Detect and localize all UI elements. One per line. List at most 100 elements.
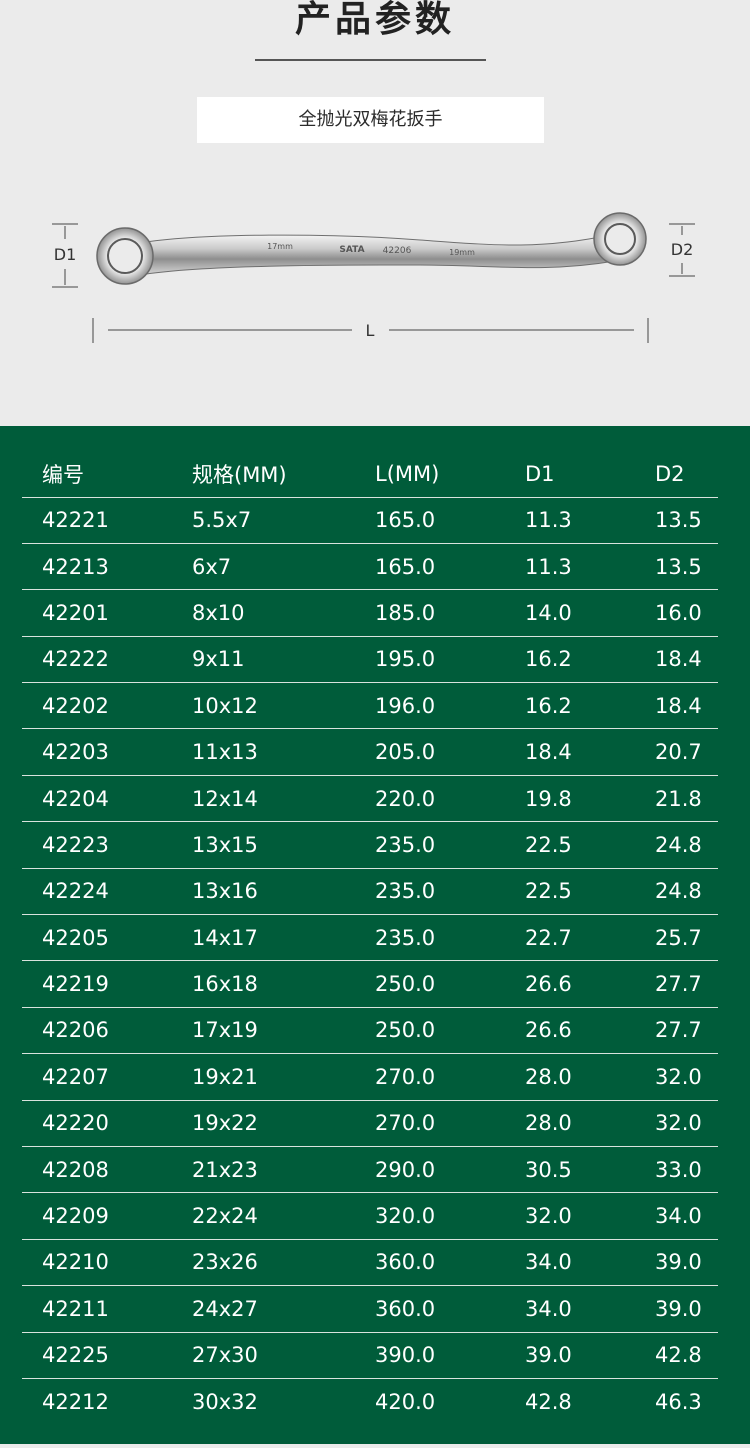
spec-table-body: 42221 5.5x7 165.0 11.3 13.5 42213 6x7 165.0 11.3… bbox=[22, 497, 718, 1425]
cell-length: 235.0 bbox=[375, 914, 525, 962]
cell-d2: 27.7 bbox=[655, 1007, 718, 1055]
cell-length: 270.0 bbox=[375, 1053, 525, 1101]
cell-length: 420.0 bbox=[375, 1389, 436, 1414]
engraving-model: 42206 bbox=[383, 246, 412, 256]
cell-item-number: 42205 bbox=[22, 914, 192, 962]
cell-d1: 14.0 bbox=[525, 589, 655, 637]
engraving-17mm: 17mm bbox=[267, 242, 293, 251]
spec-table-section: 编号 规格(MM) L(MM) D1 D2 42221 5.5x7 165.0 11.… bbox=[0, 426, 750, 1448]
cell-item-number: 42209 bbox=[22, 1192, 192, 1240]
table-row: 42223 13x15 235.0 22.5 24.8 bbox=[22, 821, 718, 869]
cell-d2: 24.8 bbox=[655, 821, 718, 869]
cell-spec: 23x26 bbox=[192, 1239, 375, 1287]
table-row: 42211 24x27 360.0 34.0 39.0 bbox=[22, 1285, 718, 1333]
cell-d1: 30.5 bbox=[525, 1146, 655, 1194]
table-row: 42213 6x7 165.0 11.3 13.5 bbox=[22, 543, 718, 591]
table-row: 42222 9x11 195.0 16.2 18.4 bbox=[22, 636, 718, 684]
cell-d2: 16.0 bbox=[655, 589, 718, 637]
cell-spec: 10x12 bbox=[192, 682, 375, 730]
cell-d1: 11.3 bbox=[525, 497, 655, 544]
cell-length: 220.0 bbox=[375, 775, 525, 823]
header-item-number: 编号 bbox=[22, 451, 192, 498]
cell-item-number: 42203 bbox=[22, 728, 192, 776]
table-row: 42220 19x22 270.0 28.0 32.0 bbox=[22, 1100, 718, 1147]
cell-length: 390.0 bbox=[375, 1332, 525, 1379]
table-row: 42210 23x26 360.0 34.0 39.0 bbox=[22, 1239, 718, 1287]
d2-dimension-marker: D2 bbox=[669, 223, 695, 277]
cell-d2: 25.7 bbox=[655, 914, 718, 962]
cell-d1: 42.8 bbox=[525, 1389, 572, 1414]
cell-spec: 14x17 bbox=[192, 914, 375, 962]
cell-length: 235.0 bbox=[375, 821, 525, 869]
cell-item-number: 42224 bbox=[22, 868, 192, 916]
cell-d2: 39.0 bbox=[655, 1239, 718, 1287]
cell-d1: 16.2 bbox=[525, 636, 655, 684]
spec-table: 编号 规格(MM) L(MM) D1 D2 42221 5.5x7 165.0 11.… bbox=[22, 451, 718, 1425]
cell-length: 290.0 bbox=[375, 1146, 525, 1194]
header-d2: D2 bbox=[655, 451, 718, 498]
cell-spec: 24x27 bbox=[192, 1285, 375, 1333]
cell-d2: 13.5 bbox=[655, 543, 718, 591]
cell-item-number: 42206 bbox=[22, 1007, 192, 1055]
cell-length: 250.0 bbox=[375, 960, 525, 1008]
cell-spec: 27x30 bbox=[192, 1332, 375, 1379]
table-row: 42208 21x23 290.0 30.5 33.0 bbox=[22, 1146, 718, 1194]
cell-d1: 34.0 bbox=[525, 1239, 655, 1287]
cell-d2: 24.8 bbox=[655, 868, 718, 916]
cell-d1: 34.0 bbox=[525, 1285, 655, 1333]
cell-spec: 22x24 bbox=[192, 1192, 375, 1240]
cell-d2: 34.0 bbox=[655, 1192, 718, 1240]
engraving-19mm: 19mm bbox=[449, 248, 475, 257]
cell-d2: 46.3 bbox=[655, 1389, 702, 1414]
table-row: 42205 14x17 235.0 22.7 25.7 bbox=[22, 914, 718, 962]
cell-spec: 30x32 bbox=[192, 1389, 258, 1414]
cell-spec: 8x10 bbox=[192, 589, 375, 637]
table-row: 42209 22x24 320.0 32.0 34.0 bbox=[22, 1192, 718, 1240]
table-row: 42206 17x19 250.0 26.6 27.7 bbox=[22, 1007, 718, 1055]
cell-d1: 28.0 bbox=[525, 1053, 655, 1101]
cell-length: 196.0 bbox=[375, 682, 525, 730]
cell-spec: 17x19 bbox=[192, 1007, 375, 1055]
cell-d1: 22.5 bbox=[525, 821, 655, 869]
cell-d1: 26.6 bbox=[525, 1007, 655, 1055]
cell-item-number: 42211 bbox=[22, 1285, 192, 1333]
d1-label: D1 bbox=[54, 245, 77, 264]
cell-d2: 21.8 bbox=[655, 775, 718, 823]
product-header-section: 产品参数 全抛光双梅花扳手 D1 D2 17mm SATA 42206 19mm… bbox=[0, 0, 750, 426]
cell-d1: 22.7 bbox=[525, 914, 655, 962]
cell-d1: 16.2 bbox=[525, 682, 655, 730]
cell-d2: 32.0 bbox=[655, 1053, 718, 1101]
bottom-strip bbox=[0, 1444, 750, 1448]
cell-d2: 18.4 bbox=[655, 682, 718, 730]
header-d1: D1 bbox=[525, 451, 655, 498]
product-name-box: 全抛光双梅花扳手 bbox=[197, 97, 544, 143]
cell-d1: 32.0 bbox=[525, 1192, 655, 1240]
cell-item-number: 42219 bbox=[22, 960, 192, 1008]
cell-item-number: 42221 bbox=[22, 497, 192, 544]
cell-length: 360.0 bbox=[375, 1239, 525, 1287]
cell-d1: 39.0 bbox=[525, 1332, 655, 1379]
wrench-image: 17mm SATA 42206 19mm bbox=[96, 212, 647, 285]
cell-d2: 42.8 bbox=[655, 1332, 718, 1379]
cell-d2: 33.0 bbox=[655, 1146, 718, 1194]
header-length: L(MM) bbox=[375, 451, 525, 498]
cell-d2: 18.4 bbox=[655, 636, 718, 684]
table-row: 42225 27x30 390.0 39.0 42.8 bbox=[22, 1332, 718, 1379]
cell-d2: 27.7 bbox=[655, 960, 718, 1008]
length-label: L bbox=[366, 321, 375, 340]
table-row: 42219 16x18 250.0 26.6 27.7 bbox=[22, 960, 718, 1008]
cell-spec: 21x23 bbox=[192, 1146, 375, 1194]
cell-item-number: 42223 bbox=[22, 821, 192, 869]
cell-item-number: 42220 bbox=[22, 1100, 192, 1147]
cell-length: 165.0 bbox=[375, 497, 525, 544]
cell-d1: 18.4 bbox=[525, 728, 655, 776]
cell-length: 235.0 bbox=[375, 868, 525, 916]
header-spec: 规格(MM) bbox=[192, 451, 375, 498]
cell-length: 360.0 bbox=[375, 1285, 525, 1333]
page-title: 产品参数 bbox=[294, 0, 455, 40]
table-row: 42207 19x21 270.0 28.0 32.0 bbox=[22, 1053, 718, 1101]
table-row: 42212 30x32 420.0 42.8 46.3 bbox=[22, 1378, 718, 1424]
cell-item-number: 42212 bbox=[42, 1389, 109, 1414]
cell-d2: 32.0 bbox=[655, 1100, 718, 1147]
cell-spec: 6x7 bbox=[192, 543, 375, 591]
